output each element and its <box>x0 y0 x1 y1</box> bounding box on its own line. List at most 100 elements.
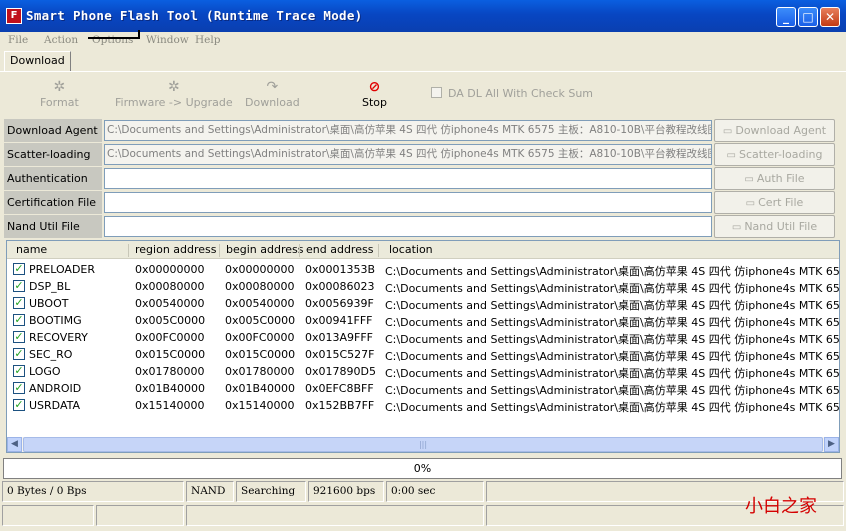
column-location[interactable]: location <box>389 243 433 256</box>
region-address: 0x15140000 <box>135 399 205 412</box>
column-divider[interactable] <box>378 244 379 257</box>
scroll-thumb[interactable]: ||| <box>23 437 823 452</box>
menu-action[interactable]: Action <box>44 34 78 46</box>
partition-name: BOOTIMG <box>29 314 82 327</box>
maximize-button[interactable]: □ <box>798 7 818 27</box>
scatter-loading-button[interactable]: ▭ Scatter-loading <box>714 143 835 166</box>
status-state: Searching <box>236 481 306 502</box>
column-end-address[interactable]: end address <box>306 243 373 256</box>
download-icon: ↷ <box>266 79 279 95</box>
app-icon: F <box>6 8 22 24</box>
row-checkbox[interactable]: ✓ <box>13 280 25 292</box>
scatter-loading-label: Scatter-loading File <box>4 143 102 184</box>
firmware-upgrade-icon: ✲ <box>167 79 180 95</box>
tab-download[interactable]: Download <box>4 51 71 71</box>
row-checkbox[interactable]: ✓ <box>13 263 25 275</box>
folder-icon: ▭ <box>726 150 736 161</box>
menu-window[interactable]: Window <box>146 34 189 46</box>
scatter-loading-field[interactable]: C:\Documents and Settings\Administrator\… <box>104 144 712 165</box>
status-empty <box>186 505 484 526</box>
region-address: 0x00000000 <box>135 263 205 276</box>
nand-util-field[interactable] <box>104 216 712 237</box>
table-row[interactable]: ✓ BOOTIMG 0x005C0000 0x005C0000 0x00941F… <box>7 312 839 329</box>
location: C:\Documents and Settings\Administrator\… <box>385 316 840 329</box>
partition-name: UBOOT <box>29 297 69 310</box>
region-address: 0x01780000 <box>135 365 205 378</box>
table-row[interactable]: ✓ RECOVERY 0x00FC0000 0x00FC0000 0x013A9… <box>7 329 839 346</box>
column-divider[interactable] <box>128 244 129 257</box>
watermark-text: 小白之家 <box>745 496 817 517</box>
scroll-left-icon[interactable]: ◀ <box>7 437 22 452</box>
folder-icon: ▭ <box>722 126 733 137</box>
column-region-address[interactable]: region address <box>135 243 217 256</box>
menu-file[interactable]: File <box>8 34 28 46</box>
column-begin-address[interactable]: begin address <box>226 243 303 256</box>
partition-name: RECOVERY <box>29 331 88 344</box>
auth-file-button[interactable]: ▭ Auth File <box>714 167 835 190</box>
begin-address: 0x015C0000 <box>225 348 296 361</box>
table-row[interactable]: ✓ LOGO 0x01780000 0x01780000 0x017890D5 … <box>7 363 839 380</box>
end-address: 0x015C527F <box>305 348 375 361</box>
table-row[interactable]: ✓ ANDROID 0x01B40000 0x01B40000 0x0EFC8B… <box>7 380 839 397</box>
cursor-icon <box>88 30 140 39</box>
region-address: 0x00FC0000 <box>135 331 205 344</box>
download-button[interactable]: ↷ Download <box>245 78 300 109</box>
certification-field[interactable] <box>104 192 712 213</box>
partition-name: ANDROID <box>29 382 82 395</box>
table-row[interactable]: ✓ SEC_RO 0x015C0000 0x015C0000 0x015C527… <box>7 346 839 363</box>
column-divider[interactable] <box>219 244 220 257</box>
horizontal-scrollbar[interactable]: ◀ ||| ▶ <box>7 437 839 452</box>
format-label: Format <box>40 96 79 109</box>
nand-util-button-label: Nand Util File <box>744 220 818 233</box>
region-address: 0x015C0000 <box>135 348 206 361</box>
end-address: 0x152BB7FF <box>305 399 375 412</box>
location: C:\Documents and Settings\Administrator\… <box>385 367 840 380</box>
download-agent-field[interactable]: C:\Documents and Settings\Administrator\… <box>104 120 712 141</box>
row-checkbox[interactable]: ✓ <box>13 365 25 377</box>
region-address: 0x005C0000 <box>135 314 206 327</box>
partition-list[interactable]: name region address begin address end ad… <box>6 240 840 453</box>
row-checkbox[interactable]: ✓ <box>13 314 25 326</box>
end-address: 0x0EFC8BFF <box>305 382 374 395</box>
download-agent-button-label: Download Agent <box>735 124 827 137</box>
begin-address: 0x15140000 <box>225 399 295 412</box>
close-button[interactable]: ✕ <box>820 7 840 27</box>
stop-button[interactable]: ⊘ Stop <box>362 78 387 109</box>
partition-name: USRDATA <box>29 399 81 412</box>
region-address: 0x00080000 <box>135 280 205 293</box>
minimize-button[interactable]: _ <box>776 7 796 27</box>
firmware-upgrade-button[interactable]: ✲ Firmware -> Upgrade <box>115 78 233 109</box>
table-row[interactable]: ✓ PRELOADER 0x00000000 0x00000000 0x0001… <box>7 261 839 278</box>
cert-file-button[interactable]: ▭ Cert File <box>714 191 835 214</box>
status-empty <box>96 505 184 526</box>
list-header: name region address begin address end ad… <box>7 241 839 259</box>
end-address: 0x00941FFF <box>305 314 373 327</box>
column-name[interactable]: name <box>16 243 47 256</box>
format-button[interactable]: ✲ Format <box>40 78 79 109</box>
scroll-right-icon[interactable]: ▶ <box>824 437 839 452</box>
table-row[interactable]: ✓ USRDATA 0x15140000 0x15140000 0x152BB7… <box>7 397 839 414</box>
row-checkbox[interactable]: ✓ <box>13 348 25 360</box>
download-agent-row: Download Agent C:\Documents and Settings… <box>4 119 840 142</box>
checksum-option[interactable]: DA DL All With Check Sum <box>431 87 593 100</box>
download-agent-button[interactable]: ▭ Download Agent <box>714 119 835 142</box>
authentication-field[interactable] <box>104 168 712 189</box>
begin-address: 0x00080000 <box>225 280 295 293</box>
table-row[interactable]: ✓ UBOOT 0x00540000 0x00540000 0x0056939F… <box>7 295 839 312</box>
menu-help[interactable]: Help <box>195 34 220 46</box>
row-checkbox[interactable]: ✓ <box>13 331 25 343</box>
nand-util-label: Nand Util File <box>4 215 102 238</box>
nand-util-button[interactable]: ▭ Nand Util File <box>714 215 835 238</box>
row-checkbox[interactable]: ✓ <box>13 399 25 411</box>
certification-label: Certification File <box>4 191 102 214</box>
row-checkbox[interactable]: ✓ <box>13 297 25 309</box>
format-icon: ✲ <box>53 79 66 95</box>
partition-name: SEC_RO <box>29 348 73 361</box>
column-divider[interactable] <box>299 244 300 257</box>
table-row[interactable]: ✓ DSP_BL 0x00080000 0x00080000 0x0008602… <box>7 278 839 295</box>
row-checkbox[interactable]: ✓ <box>13 382 25 394</box>
checksum-checkbox[interactable] <box>431 87 442 98</box>
begin-address: 0x01B40000 <box>225 382 296 395</box>
partition-name: PRELOADER <box>29 263 96 276</box>
end-address: 0x013A9FFF <box>305 331 374 344</box>
